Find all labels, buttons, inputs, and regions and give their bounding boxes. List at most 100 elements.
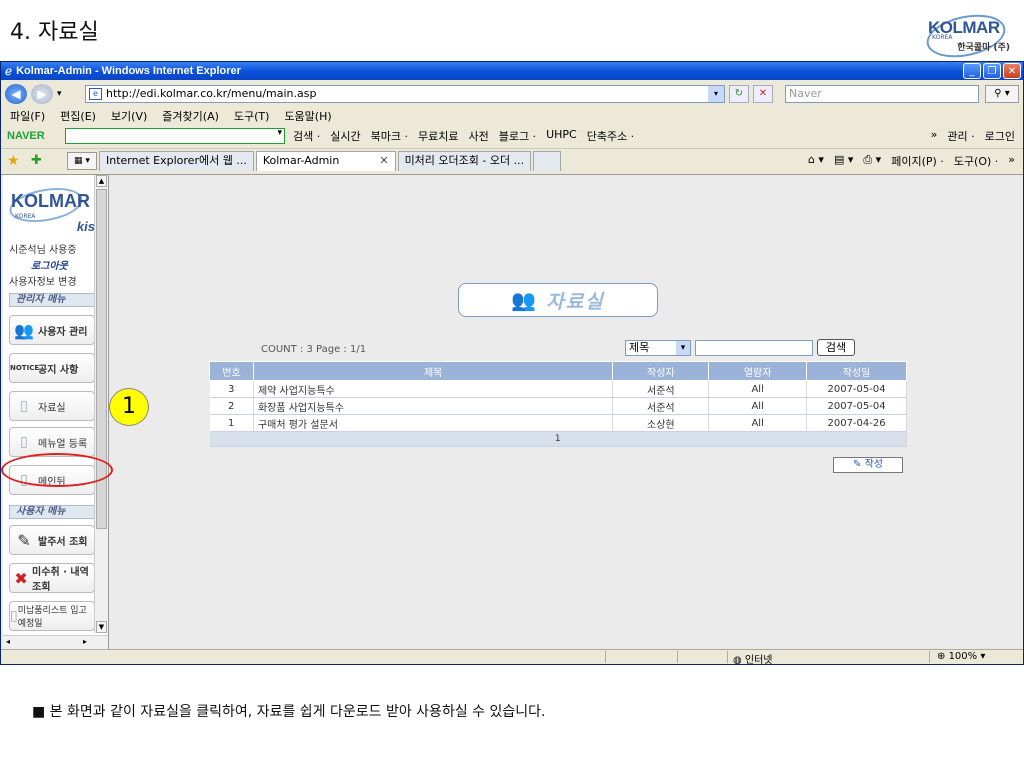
sidebar-hscrollbar[interactable]: ◂ ▸ (3, 635, 108, 649)
tools-menu[interactable]: 도구(O) · (954, 153, 998, 169)
sidebar-logo-korea: KOREA (15, 213, 36, 220)
col-date: 작성일 (806, 361, 907, 381)
naver-link-realtime[interactable]: 실시간 (330, 128, 360, 144)
naver-manage[interactable]: 관리 · (947, 128, 974, 144)
url-text: http://edi.kolmar.co.kr/menu/main.asp (106, 87, 317, 100)
slide-title: 4. 자료실 (10, 20, 99, 45)
window-controls: _ ❐ ✕ (963, 63, 1021, 79)
history-dropdown-icon[interactable]: ▾ (57, 89, 62, 99)
search-input[interactable]: Naver (785, 85, 979, 103)
menu-file[interactable]: 파일(F) (10, 108, 45, 124)
add-favorites-icon[interactable]: ✚ (31, 153, 67, 168)
logout-link[interactable]: 로그아웃 (31, 257, 68, 272)
window-titlebar: ℯ Kolmar-Admin - Windows Internet Explor… (1, 62, 1023, 80)
col-viewer: 열람자 (708, 361, 808, 381)
search-button[interactable]: 검색 (817, 339, 855, 356)
table-row[interactable]: 3 제약 사업지능특수 서준석 All 2007-05-04 (209, 380, 907, 398)
write-button[interactable]: ✎ 작성 (833, 457, 903, 473)
scroll-right-icon[interactable]: ▸ (83, 637, 87, 646)
menu-help[interactable]: 도움말(H) (284, 108, 331, 124)
ie-icon: ℯ (5, 64, 13, 78)
pager-row: 1 (209, 431, 907, 447)
feeds-icon[interactable]: ▤ ▾ (834, 153, 853, 169)
tab-close-icon[interactable]: ✕ (379, 154, 388, 167)
menu-view[interactable]: 보기(V) (111, 108, 147, 124)
users-icon: 👥 (511, 288, 537, 312)
naver-more[interactable]: » (931, 128, 938, 144)
count-text: COUNT : 3 Page : 1/1 (261, 344, 367, 355)
maximize-icon[interactable]: ❐ (983, 63, 1001, 79)
users-icon: 👥 (14, 320, 34, 340)
favorites-star-icon[interactable]: ★ (7, 153, 31, 169)
address-bar: ◀ ▶ ▾ e http://edi.kolmar.co.kr/menu/mai… (1, 82, 1023, 106)
sidebar-item-notice[interactable]: NOTICE 공지 사항 (9, 353, 95, 383)
zoom-level[interactable]: ⊕ 100% ▾ (937, 651, 985, 662)
url-field[interactable]: e http://edi.kolmar.co.kr/menu/main.asp … (85, 85, 725, 103)
pencil-icon: ✎ (853, 459, 865, 470)
page-menu[interactable]: 페이지(P) · (891, 153, 944, 169)
order-icon: ✎ (17, 530, 31, 550)
back-icon[interactable]: ◀ (5, 84, 27, 104)
row-title-link[interactable]: 제약 사업지능특수 (253, 380, 614, 398)
new-tab[interactable] (533, 150, 562, 171)
slide-caption: ■ 본 화면과 같이 자료실을 클릭하여, 자료를 쉽게 다운로드 받아 사용하… (32, 704, 546, 720)
tab-ie-help[interactable]: Internet Explorer에서 웹 ... (99, 150, 254, 171)
sidebar-item-user-management[interactable]: 👥 사용자 관리 (9, 315, 95, 345)
search-icon[interactable]: ⚲ ▾ (985, 85, 1019, 103)
naver-link-free[interactable]: 무료치료 (418, 128, 458, 144)
menu-tools[interactable]: 도구(T) (234, 108, 270, 124)
sidebar-item-label: 공지 사항 (38, 364, 79, 376)
table-row[interactable]: 1 구매처 평가 설문서 소상현 All 2007-04-26 (209, 414, 907, 432)
naver-link-shorturl[interactable]: 단축주소 · (587, 128, 634, 144)
naver-link-bookmark[interactable]: 북마크 · (371, 128, 408, 144)
stop-icon[interactable]: ✕ (753, 85, 773, 103)
refresh-icon[interactable]: ↻ (729, 85, 749, 103)
naver-link-search[interactable]: 검색 · (293, 128, 320, 144)
zoom-icon: ⊕ (937, 651, 949, 662)
print-icon[interactable]: ⎙ ▾ (863, 153, 881, 169)
page-content: KOLMAR KOREA kis 시준석님 사용중 로그아웃 사용자정보 변경 … (1, 174, 1023, 649)
sidebar-item-label: 사용자 관리 (38, 326, 88, 338)
naver-link-uhpc[interactable]: UHPC (546, 128, 577, 144)
table-row[interactable]: 2 화장품 사업지능특수 서준석 All 2007-05-04 (209, 397, 907, 415)
scroll-down-icon[interactable]: ▼ (96, 621, 107, 633)
logo-sub: 한국콜마 (주) (957, 43, 1010, 53)
sidebar-scrollbar[interactable]: ▲ ▼ (94, 175, 108, 633)
tabs-bar: ★ ✚ ▦ ▾ Internet Explorer에서 웹 ... Kolmar… (1, 148, 1023, 172)
user-menu-header: 사용자 메뉴 (9, 505, 95, 519)
chevron-more-icon[interactable]: » (1008, 153, 1015, 169)
sidebar-item-unreceived[interactable]: ✖ 미수취 · 내역 조회 (9, 563, 95, 593)
row-title-link[interactable]: 구매처 평가 설문서 (253, 414, 614, 432)
sidebar-item-archive[interactable]: ▯ 자료실 (9, 391, 95, 421)
board-search-input[interactable] (695, 340, 813, 356)
tab-kolmar-admin[interactable]: Kolmar-Admin ✕ (255, 150, 396, 171)
naver-link-dictionary[interactable]: 사전 (468, 128, 488, 144)
page-number[interactable]: 1 (209, 431, 907, 447)
user-info-link[interactable]: 사용자정보 변경 (9, 273, 77, 288)
sidebar-item-unpaid[interactable]: ▯ 미납품리스트 입고 예정일 (9, 601, 95, 631)
menu-edit[interactable]: 편집(E) (60, 108, 96, 124)
callout-number: 1 (109, 388, 149, 426)
tab-orders[interactable]: 미처리 오더조회 - 오더 ... (397, 150, 532, 171)
unpaid-icon: ▯ (10, 608, 18, 624)
scroll-left-icon[interactable]: ◂ (6, 637, 10, 646)
close-icon[interactable]: ✕ (1003, 63, 1021, 79)
naver-search-input[interactable] (65, 128, 285, 144)
row-title-link[interactable]: 화장품 사업지능특수 (253, 397, 614, 415)
url-dropdown-icon[interactable]: ▾ (708, 86, 724, 102)
naver-login[interactable]: 로그인 (985, 128, 1015, 144)
minimize-icon[interactable]: _ (963, 63, 981, 79)
highlight-ring (1, 453, 113, 487)
sidebar-item-order[interactable]: ✎ 발주서 조회 (9, 525, 95, 555)
kolmar-logo: KOLMAR KOREA 한국콜마 (주) (922, 6, 1014, 64)
naver-link-blog[interactable]: 블로그 · (499, 128, 536, 144)
left-frame: KOLMAR KOREA kis 시준석님 사용중 로그아웃 사용자정보 변경 … (3, 175, 109, 649)
forward-icon[interactable]: ▶ (31, 84, 53, 104)
scroll-up-icon[interactable]: ▲ (96, 175, 107, 187)
archive-table: 번호 제목 작성자 열람자 작성일 3 제약 사업지능특수 서준석 All 20… (209, 361, 907, 447)
quick-tabs-icon[interactable]: ▦ ▾ (67, 151, 97, 170)
search-field-select[interactable]: 제목 (625, 340, 691, 356)
menu-favorites[interactable]: 즐겨찾기(A) (162, 108, 219, 124)
banner-title: 자료실 (546, 290, 605, 313)
home-icon[interactable]: ⌂ ▾ (808, 153, 824, 169)
